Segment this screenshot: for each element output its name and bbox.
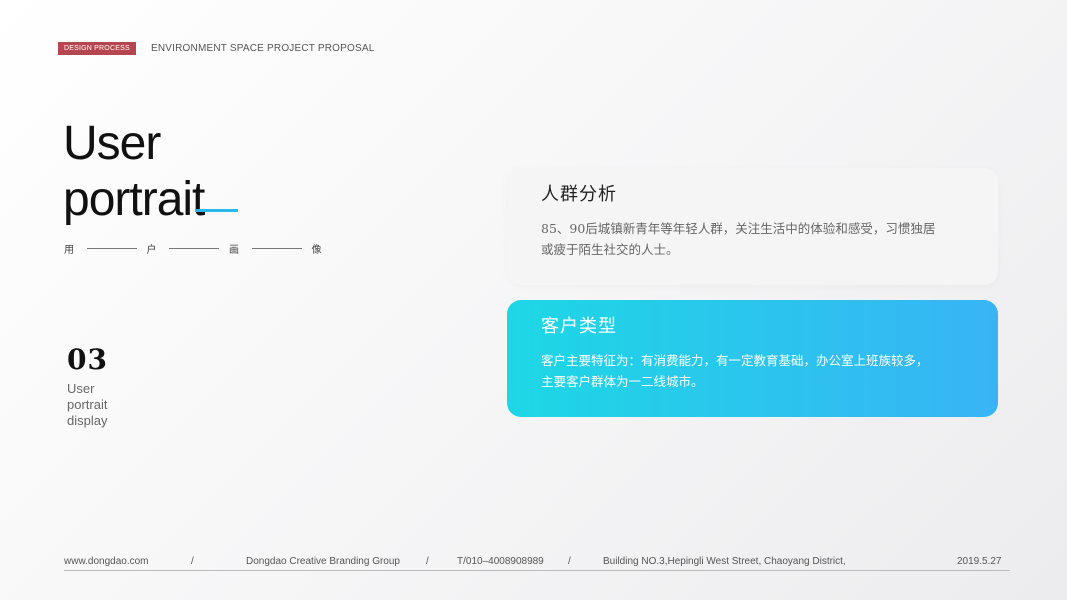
section-label-line2: portrait	[67, 397, 108, 412]
footer-address: Building NO.3,Hepingli West Street, Chao…	[603, 556, 846, 567]
title-accent-line	[195, 209, 238, 212]
subtitle-row: 用 户 画 像	[64, 241, 324, 256]
footer-separator: /	[191, 556, 194, 567]
footer-separator: /	[426, 556, 429, 567]
footer-phone: T/010–4008908989	[457, 556, 544, 567]
card-text-line2: 或疲于陌生社交的人士。	[541, 242, 679, 257]
card-text-line2: 主要客户群体为一二线城市。	[541, 374, 704, 389]
card-customer-type: 客户类型 客户主要特征为：有消费能力，有一定教育基础，办公室上班族较多， 主要客…	[507, 300, 998, 417]
subtitle-divider	[169, 247, 219, 249]
subtitle-char-2: 户	[146, 244, 157, 256]
subtitle-char-3: 画	[229, 244, 239, 256]
header-badge: DESIGN PROCESS	[58, 42, 136, 55]
card-crowd-analysis: 人群分析 85、90后城镇新青年等年轻人群，关注生活中的体验和感受，习惯独居 或…	[507, 168, 998, 285]
page-title-line2: portrait	[63, 173, 205, 226]
subtitle-char-4: 像	[311, 244, 322, 256]
card-title: 客户类型	[541, 316, 617, 337]
section-number: 03	[67, 343, 108, 376]
card-text-line1: 客户主要特征为：有消费能力，有一定教育基础，办公室上班族较多，	[541, 353, 929, 368]
subtitle-divider	[86, 247, 137, 249]
header-title: ENVIRONMENT SPACE PROJECT PROPOSAL	[151, 43, 375, 54]
card-title: 人群分析	[541, 184, 617, 205]
footer-company: Dongdao Creative Branding Group	[246, 556, 400, 567]
page-title-line1: User	[63, 117, 161, 170]
card-text: 客户主要特征为：有消费能力，有一定教育基础，办公室上班族较多， 主要客户群体为一…	[541, 350, 964, 392]
subtitle-divider	[251, 247, 302, 249]
section-label: User portrait display	[67, 381, 107, 429]
footer-separator: /	[568, 556, 571, 567]
section-label-line3: display	[67, 413, 108, 428]
page-title: User portrait	[63, 116, 205, 228]
footer-divider	[64, 570, 1010, 571]
section-label-line1: User	[67, 381, 95, 396]
footer-date: 2019.5.27	[957, 556, 1002, 567]
card-text: 85、90后城镇新青年等年轻人群，关注生活中的体验和感受，习惯独居 或疲于陌生社…	[541, 218, 964, 260]
card-text-line1: 85、90后城镇新青年等年轻人群，关注生活中的体验和感受，习惯独居	[541, 221, 936, 236]
footer-website[interactable]: www.dongdao.com	[64, 555, 149, 569]
subtitle-char-1: 用	[64, 244, 74, 256]
